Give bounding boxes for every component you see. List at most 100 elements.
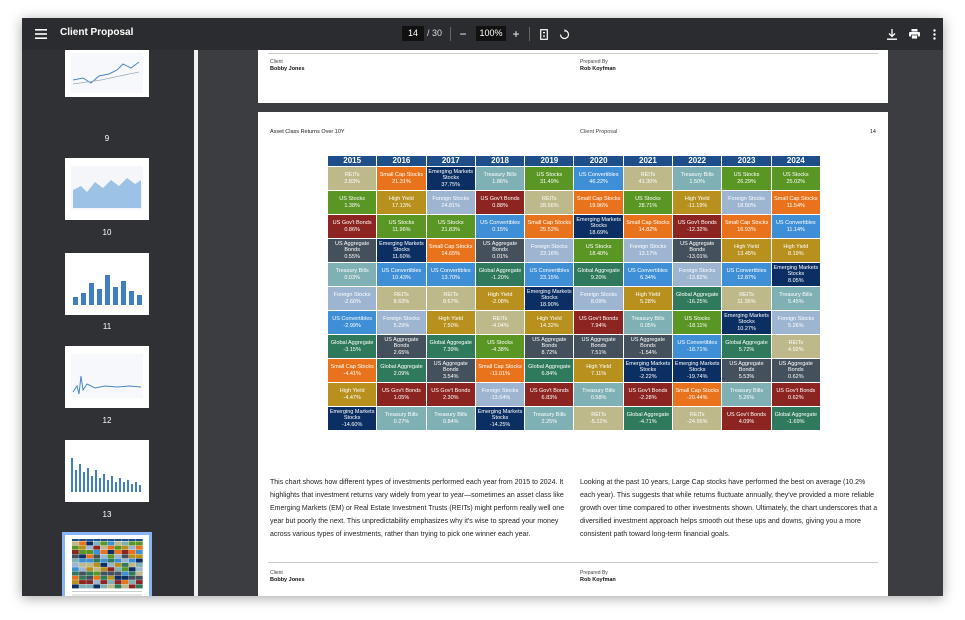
- return-cell: Emerging Markets Stocks -19.74%: [673, 359, 722, 382]
- return-cell: Small Cap Stocks 14.65%: [426, 239, 475, 262]
- mini-grid-cell: [72, 558, 79, 563]
- return-value: -4.47%: [343, 394, 361, 401]
- mini-grid-cell: [128, 554, 136, 559]
- asset-class-label: Emerging Markets Stocks: [329, 409, 375, 422]
- return-value: 6.84%: [541, 370, 558, 377]
- asset-class-label: Emerging Markets Stocks: [527, 289, 572, 302]
- year-header: 2019: [525, 156, 574, 166]
- return-value: 11.60%: [392, 253, 411, 260]
- return-cell: High Yield -2.08%: [475, 287, 525, 310]
- thumbnail-page-12[interactable]: [65, 346, 149, 408]
- return-value: 16.93%: [737, 226, 756, 233]
- zoom-in-button[interactable]: +: [509, 18, 523, 50]
- return-cell: REITs 41.30%: [623, 167, 673, 190]
- mini-grid-cell: [114, 584, 122, 589]
- return-cell: Emerging Markets Stocks -2.22%: [623, 359, 673, 382]
- thumbnail-page-14[interactable]: [62, 532, 152, 596]
- return-cell: Global Aggregate 7.39%: [426, 335, 475, 358]
- return-cell: Global Aggregate 6.84%: [525, 359, 574, 382]
- return-cell: Small Cap Stocks 16.93%: [722, 215, 771, 238]
- mini-grid-cell: [135, 584, 143, 589]
- client-label: Client: [270, 59, 283, 65]
- return-cell: Treasury Bills 0.58%: [574, 383, 623, 406]
- page-number-input[interactable]: 14: [402, 26, 424, 41]
- mini-grid-cell: [100, 567, 108, 572]
- return-cell: US Stocks 18.40%: [574, 239, 623, 262]
- mini-grid-cell: [114, 562, 122, 567]
- return-cell: High Yield -4.47%: [328, 383, 377, 406]
- area-chart-thumbnail: [71, 166, 143, 210]
- return-value: 7.50%: [442, 322, 459, 329]
- return-cell: Treasury Bills 0.05%: [623, 311, 673, 334]
- return-value: 5.29%: [393, 322, 410, 329]
- return-value: 18.90%: [540, 301, 559, 308]
- more-options-button[interactable]: [928, 18, 940, 50]
- year-header: 2020: [574, 156, 623, 166]
- mini-grid-cell: [93, 558, 101, 563]
- thumbnail-page-13[interactable]: [65, 440, 149, 502]
- mini-grid-cell: [100, 575, 108, 580]
- mini-grid-cell: [107, 550, 115, 554]
- return-cell: US Gov't Bonds -2.28%: [623, 383, 673, 406]
- asset-class-label: US Aggregate Bonds: [482, 241, 518, 254]
- return-cell: US Gov't Bonds -12.32%: [673, 215, 722, 238]
- return-cell: US Convertibles 10.43%: [377, 263, 426, 286]
- mini-header-cell: [114, 539, 122, 541]
- mini-header-cell: [100, 539, 108, 541]
- return-cell: US Gov't Bonds 0.88%: [475, 191, 525, 214]
- bar-chart-thumbnail: [73, 275, 142, 305]
- return-value: -18.71%: [686, 346, 708, 353]
- return-value: 12.87%: [737, 274, 756, 281]
- return-cell: US Convertibles 13.70%: [426, 263, 475, 286]
- mini-grid-cell: [86, 550, 93, 554]
- mini-grid-cell: [86, 571, 93, 576]
- return-value: -14.25%: [489, 421, 511, 428]
- mini-grid-cell: [86, 554, 93, 559]
- mini-grid-cell: [93, 575, 101, 580]
- return-cell: Emerging Markets Stocks 37.75%: [426, 167, 475, 190]
- download-button[interactable]: [884, 18, 900, 50]
- return-value: -19.74%: [686, 373, 708, 380]
- return-value: -13.82%: [686, 274, 708, 281]
- return-value: 8.05%: [788, 277, 804, 284]
- zoom-out-button[interactable]: −: [456, 18, 470, 50]
- mini-grid-cell: [100, 571, 108, 576]
- fit-page-button[interactable]: [536, 18, 552, 50]
- mini-grid-cell: [121, 554, 129, 559]
- thumbnail-page-9[interactable]: [65, 50, 149, 97]
- mini-grid-cell: [135, 558, 143, 563]
- return-value: 18.40%: [589, 250, 608, 257]
- return-value: 6.83%: [541, 394, 558, 401]
- return-value: 0.05%: [640, 322, 656, 329]
- asset-class-returns-chart: 2015 2016 2017 2018 2019 2020 2021 2022 2023 2024…: [328, 156, 821, 430]
- return-value: 13.70%: [441, 274, 461, 281]
- mini-grid-cell: [86, 567, 93, 572]
- return-value: 8.72%: [541, 349, 558, 356]
- print-button[interactable]: [906, 18, 922, 50]
- thumbnail-page-10[interactable]: [65, 158, 149, 220]
- return-value: 7.51%: [590, 349, 607, 356]
- return-cell: US Aggregate Bonds 0.55%: [328, 239, 377, 262]
- mini-grid-cell: [128, 545, 136, 550]
- return-value: 11.14%: [786, 226, 805, 233]
- return-value: 11.36%: [737, 298, 756, 305]
- thumbnail-page-11[interactable]: [65, 253, 149, 315]
- return-value: 1.05%: [393, 394, 410, 401]
- mini-grid-cell: [135, 545, 143, 550]
- return-value: 8.09%: [590, 298, 607, 305]
- mini-grid-cell: [100, 554, 108, 559]
- asset-class-label: US Aggregate Bonds: [630, 337, 666, 350]
- mini-grid-cell: [100, 550, 108, 554]
- rotate-button[interactable]: [556, 18, 572, 50]
- return-value: 19.96%: [589, 202, 608, 209]
- return-value: 3.54%: [442, 373, 459, 380]
- return-cell: REITs 28.66%: [525, 191, 574, 214]
- menu-button[interactable]: [30, 18, 52, 50]
- sidebar-scrollbar[interactable]: [194, 50, 198, 596]
- asset-class-label: US Aggregate Bonds: [680, 241, 715, 254]
- return-value: 9.20%: [590, 274, 607, 281]
- return-value: 1.50%: [689, 178, 706, 185]
- asset-class-label: Emerging Markets Stocks: [625, 361, 671, 374]
- zoom-input[interactable]: 100%: [476, 26, 506, 41]
- mini-grid-cell: [121, 584, 129, 589]
